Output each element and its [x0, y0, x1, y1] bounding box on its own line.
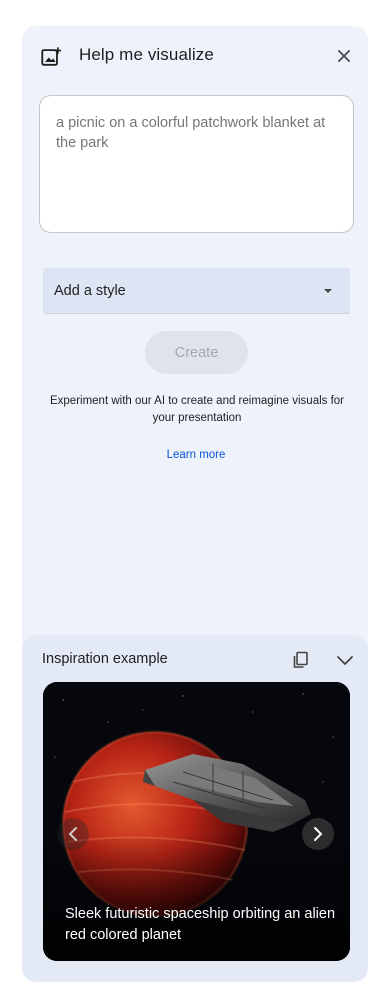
example-caption: Sleek futuristic spaceship orbiting an a… [65, 906, 336, 943]
chevron-right-icon [314, 827, 323, 841]
description-text: Experiment with our AI to create and rei… [49, 395, 345, 424]
collapse-button[interactable] [332, 647, 358, 673]
add-photo-icon [41, 47, 62, 66]
chevron-left-icon [68, 827, 77, 841]
close-button[interactable] [330, 42, 358, 70]
chevron-down-icon [337, 656, 353, 666]
copy-prompt-button[interactable] [288, 647, 314, 673]
copy-icon [293, 651, 308, 668]
help-me-visualize-panel: Help me visualize Add a style Create Exp… [22, 26, 368, 982]
create-button[interactable]: Create [145, 331, 248, 374]
inspiration-title: Inspiration example [42, 651, 168, 667]
next-example-button[interactable] [302, 818, 334, 850]
prompt-box [39, 95, 354, 233]
inspiration-section: Inspiration example Sleek futuristic spa… [22, 635, 368, 982]
inspiration-card: Sleek futuristic spaceship orbiting an a… [43, 682, 350, 961]
prompt-input[interactable] [56, 113, 341, 213]
learn-more-link[interactable]: Learn more [22, 449, 368, 461]
style-select[interactable]: Add a style [43, 268, 350, 314]
panel-title: Help me visualize [79, 45, 214, 64]
close-icon [338, 50, 350, 62]
dropdown-arrow-icon [324, 289, 332, 293]
style-select-label: Add a style [54, 283, 126, 299]
panel-header: Help me visualize [22, 26, 368, 86]
previous-example-button[interactable] [57, 818, 89, 850]
